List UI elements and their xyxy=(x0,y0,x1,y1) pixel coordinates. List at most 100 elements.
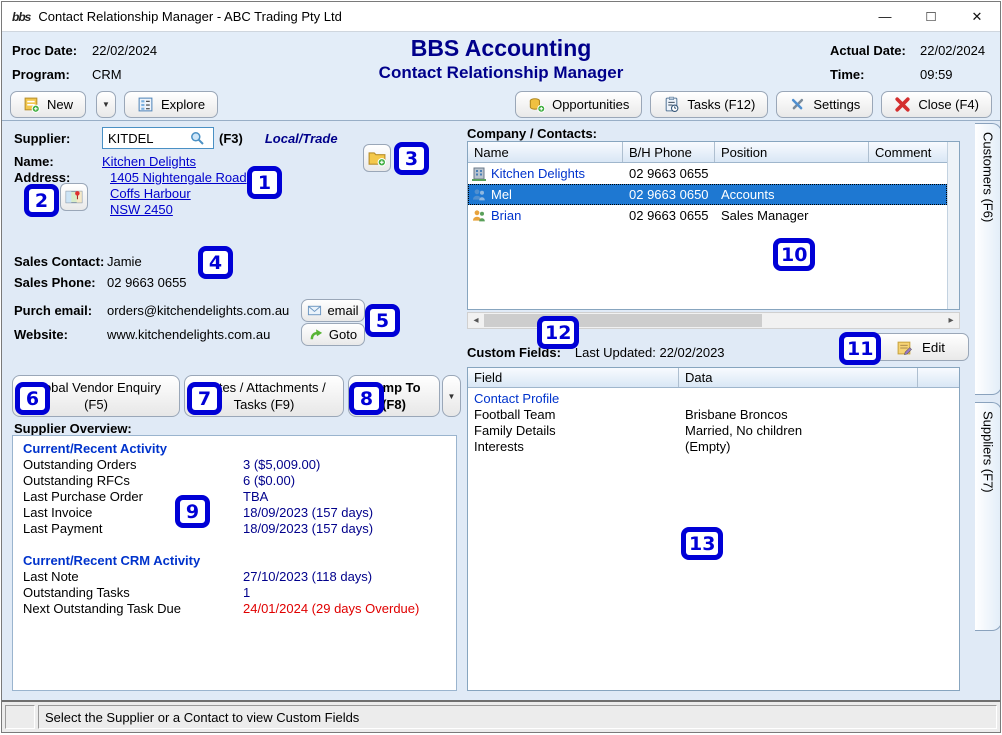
jump-to-dropdown-button[interactable]: ▼ xyxy=(442,375,461,417)
program-value: CRM xyxy=(92,67,122,82)
toolbar: New ▼ Explore Opportunities Tasks (F12) … xyxy=(2,88,1000,120)
overview-row-value: 3 ($5,009.00) xyxy=(243,457,320,473)
supplier-code-input[interactable] xyxy=(103,131,189,146)
contacts-table: Name B/H Phone Position Comment Kitchen … xyxy=(467,141,960,310)
custom-field-data xyxy=(679,391,918,407)
close-window-icon[interactable]: ✕ xyxy=(954,2,1000,31)
edit-button[interactable]: Edit xyxy=(872,333,969,361)
overview-row: Last Invoice18/09/2023 (157 days) xyxy=(23,505,456,521)
add-contact-button[interactable] xyxy=(363,144,391,172)
email-button[interactable]: email xyxy=(301,299,365,322)
opportunities-button-label: Opportunities xyxy=(552,97,629,112)
address-line2-link[interactable]: Coffs Harbour xyxy=(110,186,247,201)
supplier-name-link[interactable]: Kitchen Delights xyxy=(102,154,196,169)
tasks-button[interactable]: Tasks (F12) xyxy=(650,91,768,118)
contact-phone: 02 9663 0655 xyxy=(623,208,715,223)
global-vendor-line1: Global Vendor Enquiry xyxy=(31,379,161,396)
new-button[interactable]: New xyxy=(10,91,86,118)
proc-date-value: 22/02/2024 xyxy=(92,43,157,58)
actual-date-value: 22/02/2024 xyxy=(920,43,992,58)
overview-row-label: Last Payment xyxy=(23,521,243,537)
settings-icon xyxy=(789,96,806,113)
callout-7: 7 xyxy=(187,382,222,415)
settings-button-label: Settings xyxy=(813,97,860,112)
overview-row: Outstanding Orders3 ($5,009.00) xyxy=(23,457,456,473)
callout-10: 10 xyxy=(773,238,815,271)
address-line1-link[interactable]: 1405 Nightengale Road xyxy=(110,170,247,185)
sales-phone-label: Sales Phone: xyxy=(14,275,107,290)
custom-fields-last-updated: Last Updated: 22/02/2023 xyxy=(575,345,725,360)
scroll-left-icon[interactable]: ◂ xyxy=(468,315,484,326)
custom-field-row[interactable]: Contact Profile xyxy=(468,391,959,407)
column-header-field[interactable]: Field xyxy=(468,368,679,387)
email-button-label: email xyxy=(327,303,358,318)
contact-position: Sales Manager xyxy=(715,208,869,223)
overview-row-label: Outstanding Orders xyxy=(23,457,243,473)
scroll-right-icon[interactable]: ▸ xyxy=(943,315,959,326)
chevron-down-icon: ▼ xyxy=(448,388,456,405)
overview-row-value: TBA xyxy=(243,489,268,505)
scrollbar-thumb[interactable] xyxy=(484,314,762,327)
tab-customers[interactable]: Customers (F6) xyxy=(975,123,1001,395)
supplier-label: Supplier: xyxy=(14,131,102,146)
overview-row: Next Outstanding Task Due24/01/2024 (29 … xyxy=(23,601,456,617)
custom-field-data: Brisbane Broncos xyxy=(679,407,918,423)
window-title: Contact Relationship Manager - ABC Tradi… xyxy=(38,9,342,24)
contact-row[interactable]: Brian 02 9663 0655 Sales Manager xyxy=(468,205,947,226)
status-message: Select the Supplier or a Contact to view… xyxy=(38,705,997,729)
column-header-name[interactable]: Name xyxy=(468,142,623,162)
new-icon xyxy=(23,96,40,113)
column-header-comment[interactable]: Comment xyxy=(869,142,947,162)
custom-field-row[interactable]: Family DetailsMarried, No children xyxy=(468,423,959,439)
overview-row-label: Last Purchase Order xyxy=(23,489,243,505)
custom-field-row[interactable]: Football TeamBrisbane Broncos xyxy=(468,407,959,423)
minimize-icon[interactable]: — xyxy=(862,2,908,31)
custom-field-row[interactable]: Interests(Empty) xyxy=(468,439,959,455)
contacts-vertical-scrollbar[interactable] xyxy=(947,142,959,309)
overview-row: Last Note27/10/2023 (118 days) xyxy=(23,569,456,585)
program-label: Program: xyxy=(12,67,92,82)
tab-suppliers[interactable]: Suppliers (F7) xyxy=(975,402,1001,631)
supplier-code-input-wrap xyxy=(102,127,214,149)
overview-row-label: Outstanding RFCs xyxy=(23,473,243,489)
title-bar: bbs Contact Relationship Manager - ABC T… xyxy=(2,2,1000,32)
search-icon[interactable] xyxy=(189,130,205,146)
email-icon xyxy=(307,303,322,318)
app-logo-icon: bbs xyxy=(12,10,30,24)
opportunities-button[interactable]: Opportunities xyxy=(515,91,642,118)
callout-4: 4 xyxy=(198,246,233,279)
explore-button[interactable]: Explore xyxy=(124,91,218,118)
custom-field-name: Football Team xyxy=(468,407,679,423)
column-header-data[interactable]: Data xyxy=(679,368,918,387)
supplier-f3-hint: (F3) xyxy=(219,131,243,146)
goto-button[interactable]: Goto xyxy=(301,323,365,346)
overview-section-heading: Current/Recent Activity xyxy=(23,441,456,457)
column-header-phone[interactable]: B/H Phone xyxy=(623,142,715,162)
sales-contact-value: Jamie xyxy=(107,254,142,269)
contact-row-selected[interactable]: Mel 02 9663 0650 Accounts xyxy=(468,184,947,205)
contact-phone: 02 9663 0650 xyxy=(623,187,715,202)
settings-button[interactable]: Settings xyxy=(776,91,873,118)
custom-field-data: Married, No children xyxy=(679,423,918,439)
opportunities-icon xyxy=(528,96,545,113)
contacts-table-header: Name B/H Phone Position Comment xyxy=(468,142,947,163)
new-dropdown-button[interactable]: ▼ xyxy=(96,91,116,118)
callout-8: 8 xyxy=(349,382,384,415)
overview-row: Outstanding RFCs6 ($0.00) xyxy=(23,473,456,489)
address-line3-link[interactable]: NSW 2450 xyxy=(110,202,247,217)
custom-fields-header: Field Data xyxy=(468,368,959,388)
contact-row-company[interactable]: Kitchen Delights 02 9663 0655 xyxy=(468,163,947,184)
callout-11: 11 xyxy=(839,332,881,365)
overview-row-value: 1 xyxy=(243,585,250,601)
callout-3: 3 xyxy=(394,142,429,175)
app-window: bbs Contact Relationship Manager - ABC T… xyxy=(1,1,1001,733)
maximize-icon[interactable]: □ xyxy=(908,2,954,31)
column-header-filler xyxy=(918,368,959,387)
close-button[interactable]: Close (F4) xyxy=(881,91,992,118)
company-contacts-title: Company / Contacts: xyxy=(467,126,597,141)
sales-contact-label: Sales Contact: xyxy=(14,254,107,269)
column-header-position[interactable]: Position xyxy=(715,142,869,162)
website-value: www.kitchendelights.com.au xyxy=(107,327,270,342)
overview-row-value: 18/09/2023 (157 days) xyxy=(243,521,373,537)
map-button[interactable] xyxy=(60,183,88,211)
